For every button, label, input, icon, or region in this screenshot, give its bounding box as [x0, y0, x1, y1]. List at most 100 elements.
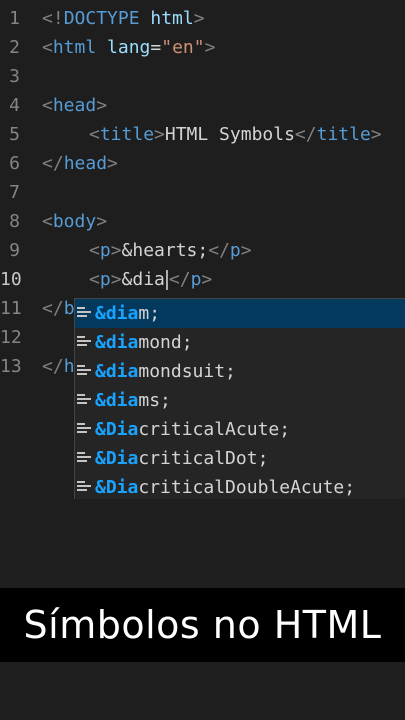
- code-token: >: [96, 95, 108, 116]
- suggestion-item[interactable]: &diamond;: [75, 328, 405, 357]
- code-line[interactable]: 9 <p>&hearts;</p>: [0, 236, 405, 265]
- code-line[interactable]: 10 <p>&dia </p>: [0, 265, 405, 294]
- line-number: 12: [0, 327, 22, 348]
- suggestion-rest: mondsuit;: [138, 361, 236, 382]
- suggestion-label: &DiacriticalDot;: [95, 444, 268, 473]
- suggestion-label: &diam;: [95, 299, 160, 328]
- code-line[interactable]: 6 </head>: [0, 149, 405, 178]
- code-token: <: [42, 211, 53, 232]
- code-line[interactable]: 1 <!DOCTYPE html>: [0, 4, 405, 33]
- suggestion-label: &diamond;: [95, 328, 193, 357]
- code-token: <: [42, 95, 53, 116]
- code-token: html: [52, 37, 97, 58]
- line-number: 11: [0, 298, 22, 319]
- code-token: <: [89, 124, 100, 145]
- code-token: &dia: [121, 269, 165, 290]
- suggestion-item[interactable]: &DiacriticalDot;: [75, 444, 405, 473]
- code-token: >: [193, 8, 205, 29]
- code-line[interactable]: 7: [0, 178, 405, 207]
- suggestion-rest: mond;: [138, 332, 193, 353]
- code-token: </: [42, 298, 64, 319]
- line-number: 5: [9, 124, 20, 145]
- code-token: HTML Symbols: [164, 124, 295, 145]
- code-token: body: [52, 211, 97, 232]
- code-token: >: [96, 211, 108, 232]
- code-text: <body>: [42, 207, 107, 236]
- code-token: p: [229, 240, 241, 261]
- suggestion-item[interactable]: &diam;: [75, 299, 405, 328]
- code-token: <: [42, 37, 53, 58]
- code-token: </: [42, 356, 64, 377]
- code-token: </: [42, 153, 64, 174]
- code-token: title: [99, 124, 155, 145]
- code-token: >: [110, 240, 122, 261]
- suggestion-label: &DiacriticalDoubleAcute;: [95, 473, 355, 499]
- suggestion-item[interactable]: &diams;: [75, 386, 405, 415]
- line-number: 3: [9, 66, 20, 87]
- code-token: title: [316, 124, 371, 145]
- line-number: 1: [9, 8, 20, 29]
- code-text: </h: [42, 352, 75, 381]
- suggestion-rest: criticalDoubleAcute;: [138, 477, 356, 498]
- suggestion-match: &Dia: [95, 448, 139, 469]
- suggestion-match: &dia: [95, 303, 139, 324]
- code-text: <html lang="en">: [42, 33, 215, 62]
- code-text: </b: [42, 294, 75, 323]
- code-token: >: [370, 124, 382, 145]
- code-text: <p>&dia </p>: [42, 265, 212, 294]
- suggestion-rest: m;: [138, 303, 161, 324]
- code-token: DOCTYPE: [63, 8, 140, 29]
- line-number: 7: [9, 182, 20, 203]
- line-number: 6: [9, 153, 20, 174]
- suggestion-rest: criticalAcute;: [138, 419, 291, 440]
- code-text: <!DOCTYPE html>: [42, 4, 205, 33]
- code-token: <: [89, 240, 100, 261]
- caption-banner: Símbolos no HTML: [0, 588, 405, 662]
- suggestion-label: &diamondsuit;: [95, 357, 236, 386]
- suggestion-item[interactable]: &DiacriticalDoubleAcute;: [75, 473, 405, 499]
- suggestion-item[interactable]: &DiacriticalAcute;: [75, 415, 405, 444]
- code-token: <!: [42, 8, 64, 29]
- code-text: <title>HTML Symbols</title>: [42, 120, 382, 149]
- code-token: head: [63, 153, 108, 174]
- snippet-icon: [77, 481, 91, 493]
- code-line[interactable]: 3: [0, 62, 405, 91]
- suggestion-label: &diams;: [95, 386, 171, 415]
- line-number: 13: [0, 356, 22, 377]
- suggestion-match: &dia: [95, 390, 139, 411]
- code-token: >: [110, 269, 122, 290]
- code-token: >: [154, 124, 165, 145]
- code-token: </: [208, 240, 230, 261]
- snippet-icon: [77, 394, 91, 406]
- code-editor[interactable]: 1 <!DOCTYPE html> 2 <html lang="en"> 3 4 <head…: [0, 0, 405, 588]
- suggestion-match: &dia: [95, 332, 139, 353]
- suggestion-match: &dia: [95, 361, 139, 382]
- text-cursor: [165, 270, 168, 290]
- code-token: html: [139, 8, 194, 29]
- snippet-icon: [77, 365, 91, 377]
- snippet-icon: [77, 452, 91, 464]
- suggestion-label: &DiacriticalAcute;: [95, 415, 290, 444]
- autocomplete-suggestions[interactable]: &diam; &diamond; &diamondsuit; &diams; &Diac…: [74, 298, 405, 499]
- suggestion-item[interactable]: &diamondsuit;: [75, 357, 405, 386]
- code-line[interactable]: 8 <body>: [0, 207, 405, 236]
- code-token: =: [150, 37, 162, 58]
- code-line[interactable]: 2 <html lang="en">: [0, 33, 405, 62]
- code-text: <p>&hearts;</p>: [42, 236, 252, 265]
- code-token: </: [294, 124, 317, 145]
- code-token: >: [201, 269, 213, 290]
- snippet-icon: [77, 307, 91, 319]
- code-line[interactable]: 4 <head>: [0, 91, 405, 120]
- code-token: >: [240, 240, 252, 261]
- caption-text: Símbolos no HTML: [23, 603, 382, 647]
- code-text: </head>: [42, 149, 118, 178]
- code-line[interactable]: 5 <title>HTML Symbols</title>: [0, 120, 405, 149]
- suggestion-rest: criticalDot;: [138, 448, 269, 469]
- code-token: lang: [96, 37, 151, 58]
- code-token: </: [168, 269, 191, 290]
- line-number: 2: [9, 37, 20, 58]
- code-token: &hearts;: [121, 240, 209, 261]
- suggestion-match: &Dia: [95, 477, 139, 498]
- code-token: <: [89, 269, 100, 290]
- line-number: 9: [9, 240, 20, 261]
